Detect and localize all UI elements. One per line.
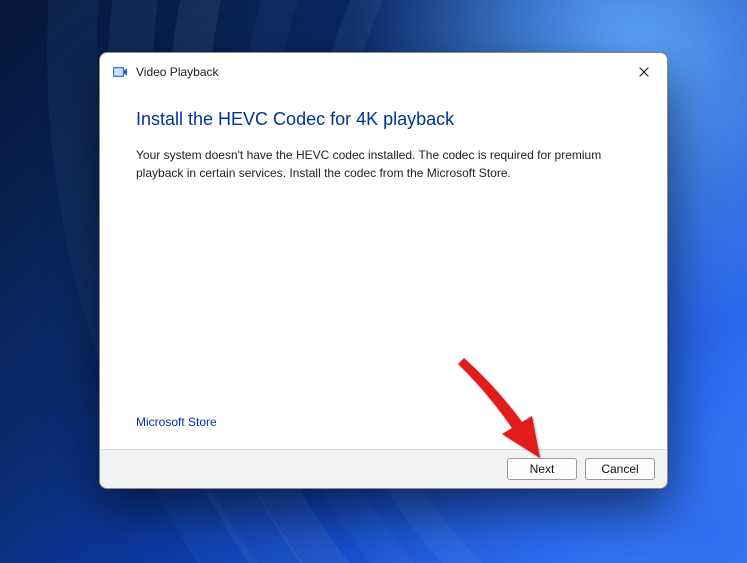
window-title: Video Playback bbox=[136, 65, 627, 79]
cancel-button[interactable]: Cancel bbox=[585, 458, 655, 480]
microsoft-store-link[interactable]: Microsoft Store bbox=[136, 415, 631, 429]
title-bar: Video Playback bbox=[100, 53, 667, 87]
next-button[interactable]: Next bbox=[507, 458, 577, 480]
dialog-heading: Install the HEVC Codec for 4K playback bbox=[136, 109, 631, 130]
video-playback-icon bbox=[112, 64, 128, 80]
dialog-footer: Next Cancel bbox=[100, 449, 667, 488]
desktop-background: Video Playback Install the HEVC Codec fo… bbox=[0, 0, 747, 563]
dialog-content: Install the HEVC Codec for 4K playback Y… bbox=[100, 87, 667, 449]
close-button[interactable] bbox=[627, 60, 661, 84]
dialog-window: Video Playback Install the HEVC Codec fo… bbox=[99, 52, 668, 489]
dialog-body-text: Your system doesn't have the HEVC codec … bbox=[136, 146, 631, 182]
